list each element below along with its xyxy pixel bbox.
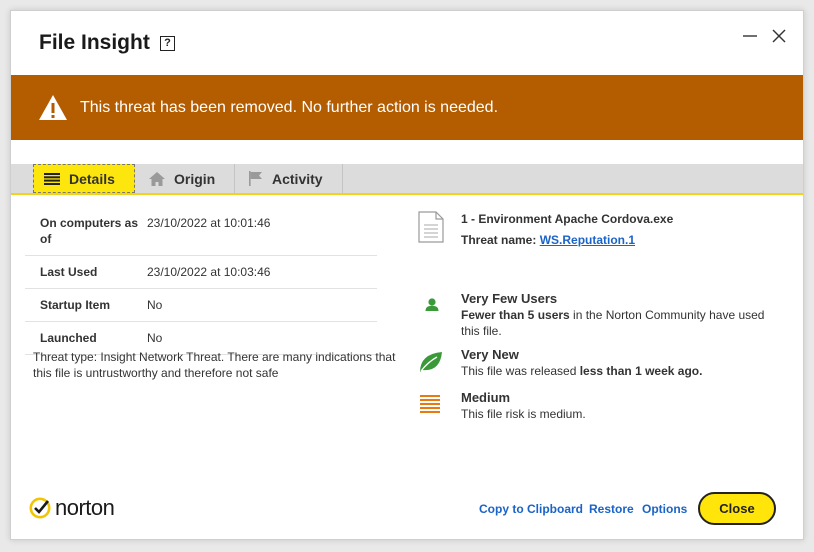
minimize-icon [743, 35, 757, 37]
banner-message: This threat has been removed. No further… [80, 98, 499, 116]
minimize-button[interactable] [740, 25, 762, 47]
threat-name-line: Threat name: WS.Reputation.1 [461, 232, 781, 248]
threat-type-description: Threat type: Insight Network Threat. The… [33, 350, 396, 380]
threat-name-label: Threat name: [461, 233, 540, 247]
row-label: On computers as of [40, 216, 139, 246]
tab-origin[interactable]: Origin [135, 164, 235, 193]
tab-details[interactable]: Details [33, 164, 135, 193]
title-bar: File Insight ? [11, 11, 803, 75]
help-icon[interactable]: ? [160, 36, 175, 51]
row-value: No [147, 298, 163, 312]
close-icon [772, 29, 786, 43]
file-insight-window: File Insight ? This threat has been remo… [10, 10, 804, 540]
norton-check-icon [29, 497, 51, 519]
users-count: Fewer than 5 users [461, 308, 570, 322]
risk-level-icon [420, 395, 452, 418]
warning-icon [39, 94, 67, 120]
copy-to-clipboard-link[interactable]: Copy to Clipboard [479, 502, 583, 516]
home-icon [149, 171, 165, 186]
users-description: Fewer than 5 users in the Norton Communi… [461, 307, 781, 339]
row-value: 23/10/2022 at 10:01:46 [147, 216, 271, 230]
table-row: Last Used 23/10/2022 at 10:03:46 [25, 256, 377, 289]
list-icon [44, 172, 60, 185]
row-label: Last Used [40, 265, 98, 279]
tab-details-label: Details [69, 170, 115, 187]
table-row: On computers as of 23/10/2022 at 10:01:4… [25, 207, 377, 256]
file-icon [417, 211, 449, 248]
tab-origin-label: Origin [174, 170, 216, 187]
row-label: Startup Item [40, 298, 111, 312]
close-window-button[interactable] [768, 25, 790, 47]
table-row: Startup Item No [25, 289, 377, 322]
window-title: File Insight [39, 31, 150, 54]
restore-link[interactable]: Restore [589, 502, 634, 516]
user-icon [424, 297, 456, 318]
threat-name-link[interactable]: WS.Reputation.1 [540, 233, 635, 247]
footer: norton Copy to Clipboard Restore Options… [11, 479, 803, 539]
age-description: This file was released less than 1 week … [461, 363, 781, 379]
leaf-icon [418, 350, 450, 379]
tab-bar: Details Origin Activity [11, 164, 803, 195]
risk-description: This file risk is medium. [461, 407, 586, 421]
threat-status-banner: This threat has been removed. No further… [11, 75, 803, 140]
row-value: 23/10/2022 at 10:03:46 [147, 265, 271, 279]
age-description-start: This file was released [461, 364, 580, 378]
details-table: On computers as of 23/10/2022 at 10:01:4… [25, 207, 377, 355]
file-name: 1 - Environment Apache Cordova.exe [461, 212, 674, 226]
risk-title: Medium [461, 390, 511, 405]
options-link[interactable]: Options [642, 502, 687, 516]
users-title: Very Few Users [461, 291, 558, 306]
age-title: Very New [461, 347, 519, 362]
flag-icon [249, 171, 262, 186]
tab-activity-label: Activity [272, 170, 323, 187]
age-value: less than 1 week ago. [579, 364, 703, 378]
tab-activity[interactable]: Activity [235, 164, 343, 193]
norton-brand-text: norton [55, 495, 115, 520]
norton-logo: norton [29, 495, 115, 521]
close-button[interactable]: Close [698, 492, 776, 525]
